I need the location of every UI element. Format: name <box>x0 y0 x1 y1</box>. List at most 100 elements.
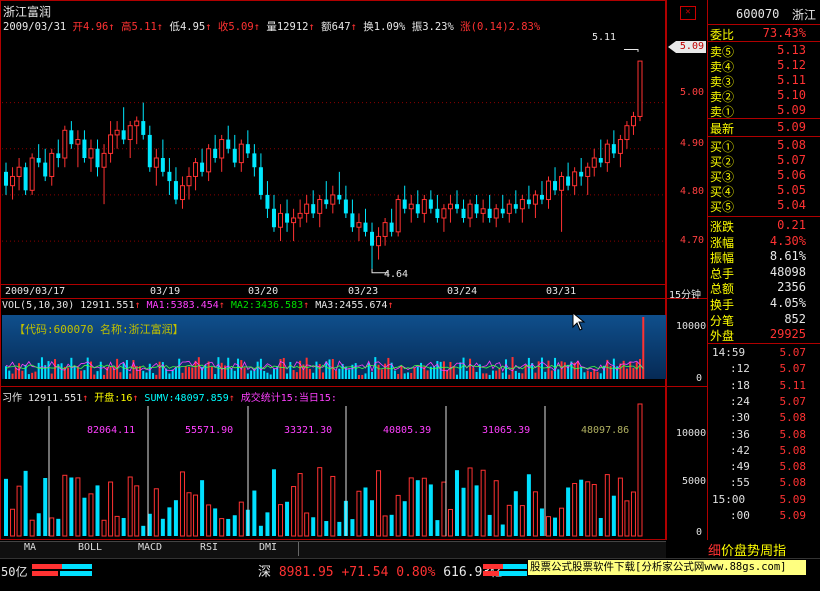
candle <box>179 176 185 209</box>
volume-bar <box>331 359 334 379</box>
volume-bar <box>328 359 331 379</box>
candle <box>252 144 257 177</box>
indicator-bar <box>435 520 440 536</box>
tick-time: :42 <box>730 443 750 457</box>
current-price-tag: 5.09 <box>668 41 706 53</box>
tab-ma[interactable]: MA <box>0 542 61 556</box>
volume-bar <box>295 372 298 379</box>
indicator-bar <box>36 513 41 536</box>
candle <box>624 121 630 149</box>
tick-time: 14:59 <box>712 346 746 359</box>
candle <box>343 185 348 218</box>
panel-tab-index[interactable]: 指 <box>773 544 786 559</box>
indicator-bar <box>559 507 565 537</box>
candle <box>402 185 407 214</box>
adv-bar <box>32 564 62 569</box>
volume-bar <box>27 374 30 379</box>
candle <box>43 148 48 182</box>
indicator-bar <box>519 505 525 537</box>
volume-bar <box>469 358 472 379</box>
candle <box>75 130 81 168</box>
indicator-bar <box>219 518 225 537</box>
indicator-bar <box>193 494 199 537</box>
panel-tab-book[interactable]: 盘 <box>734 544 747 559</box>
tick-row: :42 5.08 <box>708 444 820 458</box>
tick-time: :18 <box>730 378 750 392</box>
candle <box>566 162 571 191</box>
candle <box>200 148 205 177</box>
ad-banner[interactable]: 股票公式股票软件下载[分析家公式网www.88gs.com] <box>528 560 806 575</box>
period-selector[interactable]: 15分钟 <box>669 286 701 301</box>
candle <box>356 213 362 242</box>
indicator-bar <box>402 501 407 536</box>
panel-tab-detail[interactable]: 细 <box>708 544 721 559</box>
vol-header: VOL(5,10,30) 12911.551↑ MA1:5383.454↑ MA… <box>2 300 394 311</box>
candle <box>69 121 74 149</box>
volume-bar <box>403 373 406 379</box>
indicator-bar <box>363 487 368 536</box>
indicator-bar <box>160 518 165 536</box>
tab-macd[interactable]: MACD <box>120 542 181 556</box>
volume-bar <box>393 370 396 379</box>
volume-bar <box>289 361 292 379</box>
indicator-bar <box>82 497 87 536</box>
indicator-bar <box>62 474 68 537</box>
tab-dmi[interactable]: DMI <box>238 542 299 556</box>
volume-bar <box>181 372 184 379</box>
volume-bar <box>455 374 458 379</box>
bid-row: 买② 5.07 <box>708 153 820 169</box>
volume-bar <box>67 367 70 379</box>
volume-bar <box>485 373 488 379</box>
candle <box>29 153 35 195</box>
volume-bar <box>168 373 171 379</box>
tab-rsi[interactable]: RSI <box>180 542 239 556</box>
candle <box>238 139 244 172</box>
indicator-bar <box>526 474 531 536</box>
candle <box>88 139 94 172</box>
indicator-bar <box>637 403 643 537</box>
candle <box>127 121 133 158</box>
volume-bar <box>266 372 269 379</box>
row-value: 852 <box>784 311 806 326</box>
volume-bar <box>256 361 259 379</box>
candle <box>370 222 375 269</box>
panel-tab-trend[interactable]: 势 <box>747 544 760 559</box>
volume-bar <box>576 360 579 379</box>
candle <box>265 181 270 218</box>
panel-tab-price[interactable]: 价 <box>721 544 734 559</box>
stat-row: 总手 48098 <box>708 265 820 281</box>
dec-bar <box>499 571 527 576</box>
row-label: 总额 <box>710 282 735 297</box>
tick-price: 5.07 <box>779 394 807 408</box>
indicator-bar <box>376 470 382 537</box>
indicator-bar <box>252 490 257 536</box>
bid-row: 买④ 5.05 <box>708 183 820 199</box>
tab-boll[interactable]: BOLL <box>60 542 121 556</box>
volume-bar <box>24 364 27 379</box>
indicator-bar <box>226 518 231 536</box>
volume-bar <box>544 371 547 379</box>
panel-tab-period[interactable]: 周 <box>760 544 773 559</box>
tick-row: :30 5.08 <box>708 411 820 425</box>
indicator-bar <box>69 477 74 536</box>
candle <box>376 227 382 260</box>
indicator-bar <box>167 507 172 536</box>
tick-time: :55 <box>730 476 750 490</box>
volume-bar <box>73 366 76 379</box>
volume-bar <box>465 370 468 379</box>
close-icon[interactable]: ✕ <box>680 6 696 20</box>
volume-bar <box>338 368 341 379</box>
volume-bar <box>364 373 367 379</box>
indicator-bar <box>500 524 505 536</box>
candle <box>121 107 126 145</box>
candle <box>454 190 459 214</box>
volume-bar <box>475 371 478 379</box>
volume-bar <box>635 362 638 379</box>
candle <box>630 111 636 135</box>
candle <box>56 139 61 168</box>
volume-bar <box>282 357 285 379</box>
volume-bar <box>315 361 318 379</box>
mouse-cursor-icon <box>572 312 586 331</box>
tick-time: :00 <box>730 509 750 522</box>
volume-bar <box>629 361 632 379</box>
